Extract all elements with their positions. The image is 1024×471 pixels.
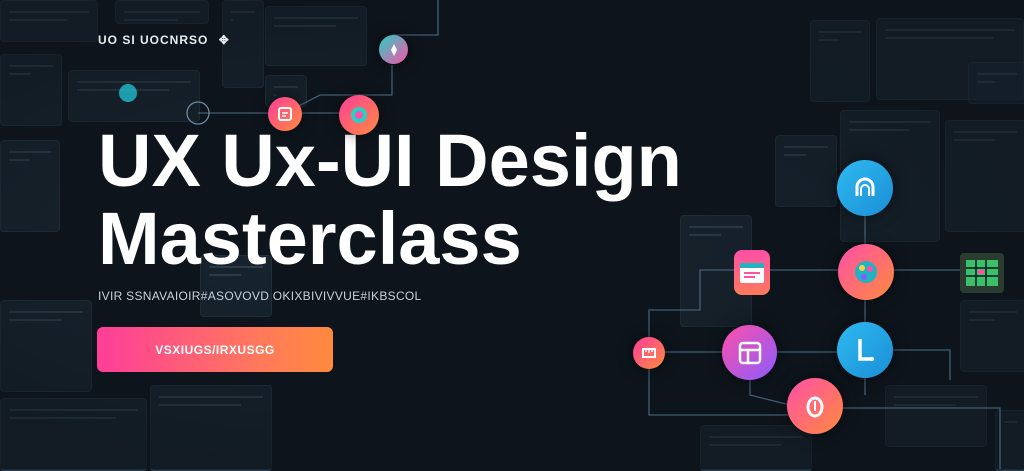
grid-icon[interactable] [960,253,1004,293]
layout-icon[interactable] [722,325,777,380]
page-title: UX Ux-UI Design Masterclass [98,122,682,278]
document-icon[interactable] [268,97,302,131]
cta-button[interactable]: VSXIUGS/IRXUSGG [97,327,333,372]
title-line-1: UX Ux-UI Design [98,119,682,202]
ruler-icon[interactable] [633,337,665,369]
hand-icon[interactable] [787,378,843,434]
brand-logo[interactable]: UO SI UOCNRSO ✥ [98,33,230,47]
target-icon[interactable] [339,95,379,135]
mobile-icon[interactable] [837,322,893,378]
brand-text: UO SI UOCNRSO [98,33,209,47]
browser-window-icon[interactable] [734,250,770,295]
brand-icon: ✥ [218,33,230,47]
title-line-2: Masterclass [98,197,522,280]
compass-icon[interactable] [379,35,408,64]
hero-subtitle: IVIR SSNAVAIOIR#ASOVOVD OKIXBIVIVVUE#IKB… [98,289,422,303]
palette-icon[interactable] [838,244,894,300]
arch-icon[interactable] [837,160,893,216]
